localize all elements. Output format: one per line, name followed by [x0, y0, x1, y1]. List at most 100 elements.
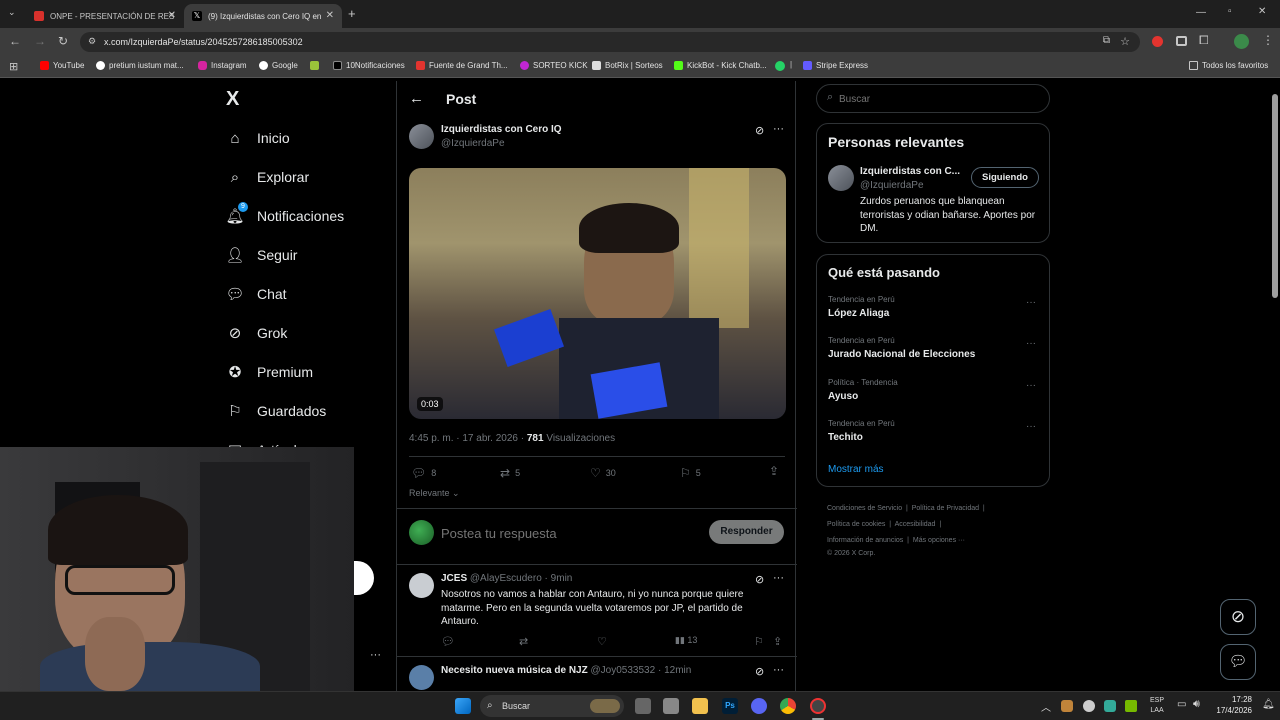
- nav-guardados[interactable]: ⚐ Guardados: [226, 402, 326, 420]
- sort-dropdown[interactable]: Relevante ⌄: [409, 488, 460, 499]
- reply-time[interactable]: 9min: [551, 573, 573, 584]
- reload-icon[interactable]: ↻: [58, 34, 68, 48]
- reply-views[interactable]: ▮▮ 13: [675, 635, 697, 646]
- minimize-icon[interactable]: —: [1196, 7, 1206, 18]
- clock[interactable]: 17:28 17/4/2026: [1212, 694, 1252, 716]
- repost-stat[interactable]: ⇄ 5: [500, 466, 520, 480]
- reply-input[interactable]: [441, 523, 691, 543]
- tray-security-icon[interactable]: [1104, 700, 1116, 712]
- bookmark-instagram[interactable]: Instagram: [198, 61, 247, 70]
- footer-link[interactable]: Más opciones ···: [913, 537, 965, 544]
- trend-item[interactable]: Política · Tendencia Ayuso ···: [828, 378, 1048, 402]
- relevant-handle[interactable]: @IzquierdaPe: [860, 180, 924, 191]
- trend-more-icon[interactable]: ···: [1026, 297, 1036, 308]
- reply-author[interactable]: Necesito nueva música de NJZ: [441, 665, 588, 676]
- reply-like-icon[interactable]: ♡: [597, 635, 607, 648]
- back-arrow-icon[interactable]: ←: [409, 90, 424, 107]
- bookmark-botrix[interactable]: BotRix | Sorteos: [592, 61, 663, 70]
- active-app-icon[interactable]: [810, 698, 826, 714]
- discord-icon[interactable]: [751, 698, 767, 714]
- task-view-icon[interactable]: [635, 698, 651, 714]
- browser-tab-onpe[interactable]: ONPE - PRESENTACIÓN DE RES ✕: [26, 4, 184, 28]
- reply-time[interactable]: 12min: [664, 665, 691, 676]
- reply-stat[interactable]: 💬︎ 8: [411, 466, 436, 480]
- search-input[interactable]: [839, 91, 1039, 107]
- reply-more-icon[interactable]: ···: [773, 664, 784, 676]
- reply-author[interactable]: JCES: [441, 573, 467, 584]
- apps-grid-icon[interactable]: ⊞: [9, 60, 18, 73]
- grok-explain-icon[interactable]: ⊘: [755, 665, 764, 678]
- x-logo[interactable]: X: [226, 88, 239, 111]
- bookmark-pretium[interactable]: pretium iustum mat...: [96, 61, 184, 70]
- photoshop-icon[interactable]: Ps: [722, 698, 738, 714]
- nav-premium[interactable]: ✪ Premium: [226, 363, 313, 381]
- nav-inicio[interactable]: ⌂ Inicio: [226, 129, 289, 147]
- reply-button[interactable]: Responder: [709, 520, 784, 544]
- reply-share-icon[interactable]: ⇪: [773, 635, 782, 648]
- start-windows-icon[interactable]: [455, 698, 471, 714]
- trend-item[interactable]: Tendencia en Perú Jurado Nacional de Elec…: [828, 336, 1048, 360]
- back-icon[interactable]: ←: [9, 34, 21, 48]
- trend-more-icon[interactable]: ···: [1026, 380, 1036, 391]
- show-more-link[interactable]: Mostrar más: [828, 464, 884, 475]
- chat-float-button[interactable]: 💬︎: [1220, 644, 1256, 680]
- relevant-name[interactable]: Izquierdistas con C...: [860, 166, 960, 177]
- profile-avatar[interactable]: [1234, 34, 1249, 49]
- nav-explorar[interactable]: ⌕ Explorar: [226, 168, 309, 186]
- bookmark-sorteo-kick[interactable]: SORTEO KICK: [520, 61, 588, 70]
- trend-more-icon[interactable]: ···: [1026, 338, 1036, 349]
- reply-item[interactable]: JCES @AlayEscudero · 9min ⊘ ··· Nosotros…: [397, 565, 797, 655]
- bookmark-stripe[interactable]: Stripe Express: [803, 61, 868, 70]
- reply-handle[interactable]: @AlayEscudero: [470, 573, 542, 584]
- post-video[interactable]: 0:03: [409, 168, 786, 419]
- reply-item[interactable]: Necesito nueva música de NJZ @Joy0533532…: [397, 657, 797, 691]
- reply-avatar[interactable]: [409, 573, 434, 598]
- close-tab-icon[interactable]: ✕: [168, 10, 176, 21]
- post-more-icon[interactable]: ···: [773, 123, 784, 135]
- close-window-icon[interactable]: ✕: [1258, 6, 1266, 17]
- grok-explain-icon[interactable]: ⊘: [755, 573, 764, 586]
- scrollbar-thumb[interactable]: [1272, 94, 1278, 298]
- footer-link[interactable]: Política de Privacidad: [912, 505, 979, 512]
- author-name[interactable]: Izquierdistas con Cero IQ: [441, 124, 562, 135]
- network-icon[interactable]: ▭: [1177, 699, 1186, 710]
- reply-handle[interactable]: @Joy0533532: [591, 665, 656, 676]
- grok-explain-icon[interactable]: ⊘: [755, 124, 764, 137]
- notification-center-icon[interactable]: 🔔︎: [1262, 699, 1275, 710]
- author-avatar[interactable]: [409, 124, 434, 149]
- share-icon[interactable]: ⇪: [769, 464, 779, 478]
- tray-cloud-icon[interactable]: [1083, 700, 1095, 712]
- install-app-icon[interactable]: ⧉: [1103, 35, 1110, 46]
- app-icon[interactable]: [663, 698, 679, 714]
- reply-more-icon[interactable]: ···: [773, 572, 784, 584]
- trend-item[interactable]: Tendencia en Perú López Aliaga ···: [828, 295, 1048, 319]
- bookmark-youtube[interactable]: YouTube: [40, 61, 84, 70]
- nav-seguir[interactable]: 👤︎ Seguir: [225, 246, 297, 264]
- reply-avatar[interactable]: [409, 665, 434, 690]
- extension-red-icon[interactable]: [1152, 36, 1163, 47]
- address-bar[interactable]: ⚙ x.com/IzquierdaPe/status/2045257286185…: [80, 32, 1140, 52]
- language-indicator[interactable]: ESP LAA: [1150, 696, 1164, 716]
- bookmark-star-icon[interactable]: ☆: [1120, 35, 1130, 48]
- reply-repost-icon[interactable]: ⇄: [519, 635, 528, 648]
- close-tab-icon[interactable]: ✕: [326, 10, 334, 21]
- nav-notificaciones[interactable]: 🔔︎ 9 Notificaciones: [225, 202, 344, 225]
- footer-link[interactable]: Accesibilidad: [895, 521, 936, 528]
- all-bookmarks-folder[interactable]: Todos los favoritos: [1189, 61, 1268, 70]
- bookmark-10notificaciones[interactable]: 10Notificaciones: [333, 61, 405, 70]
- tab-search-icon[interactable]: ⌄: [8, 7, 16, 18]
- like-stat[interactable]: ♡ 30: [590, 466, 616, 480]
- volume-icon[interactable]: 🔊︎: [1193, 698, 1200, 711]
- tray-nvidia-icon[interactable]: [1125, 700, 1137, 712]
- grok-float-button[interactable]: ⊘: [1220, 599, 1256, 635]
- new-tab-button[interactable]: +: [348, 6, 356, 21]
- post-timestamp[interactable]: 4:45 p. m. · 17 abr. 2026 ·: [409, 433, 527, 444]
- reply-reply-icon[interactable]: 💬︎: [441, 635, 455, 648]
- footer-link[interactable]: Información de anuncios: [827, 537, 903, 544]
- relevant-avatar[interactable]: [828, 165, 854, 191]
- trend-more-icon[interactable]: ···: [1026, 421, 1036, 432]
- file-explorer-icon[interactable]: [692, 698, 708, 714]
- bookmark-google[interactable]: Google: [259, 61, 298, 70]
- forward-icon[interactable]: →: [34, 34, 46, 48]
- footer-link[interactable]: Política de cookies: [827, 521, 885, 528]
